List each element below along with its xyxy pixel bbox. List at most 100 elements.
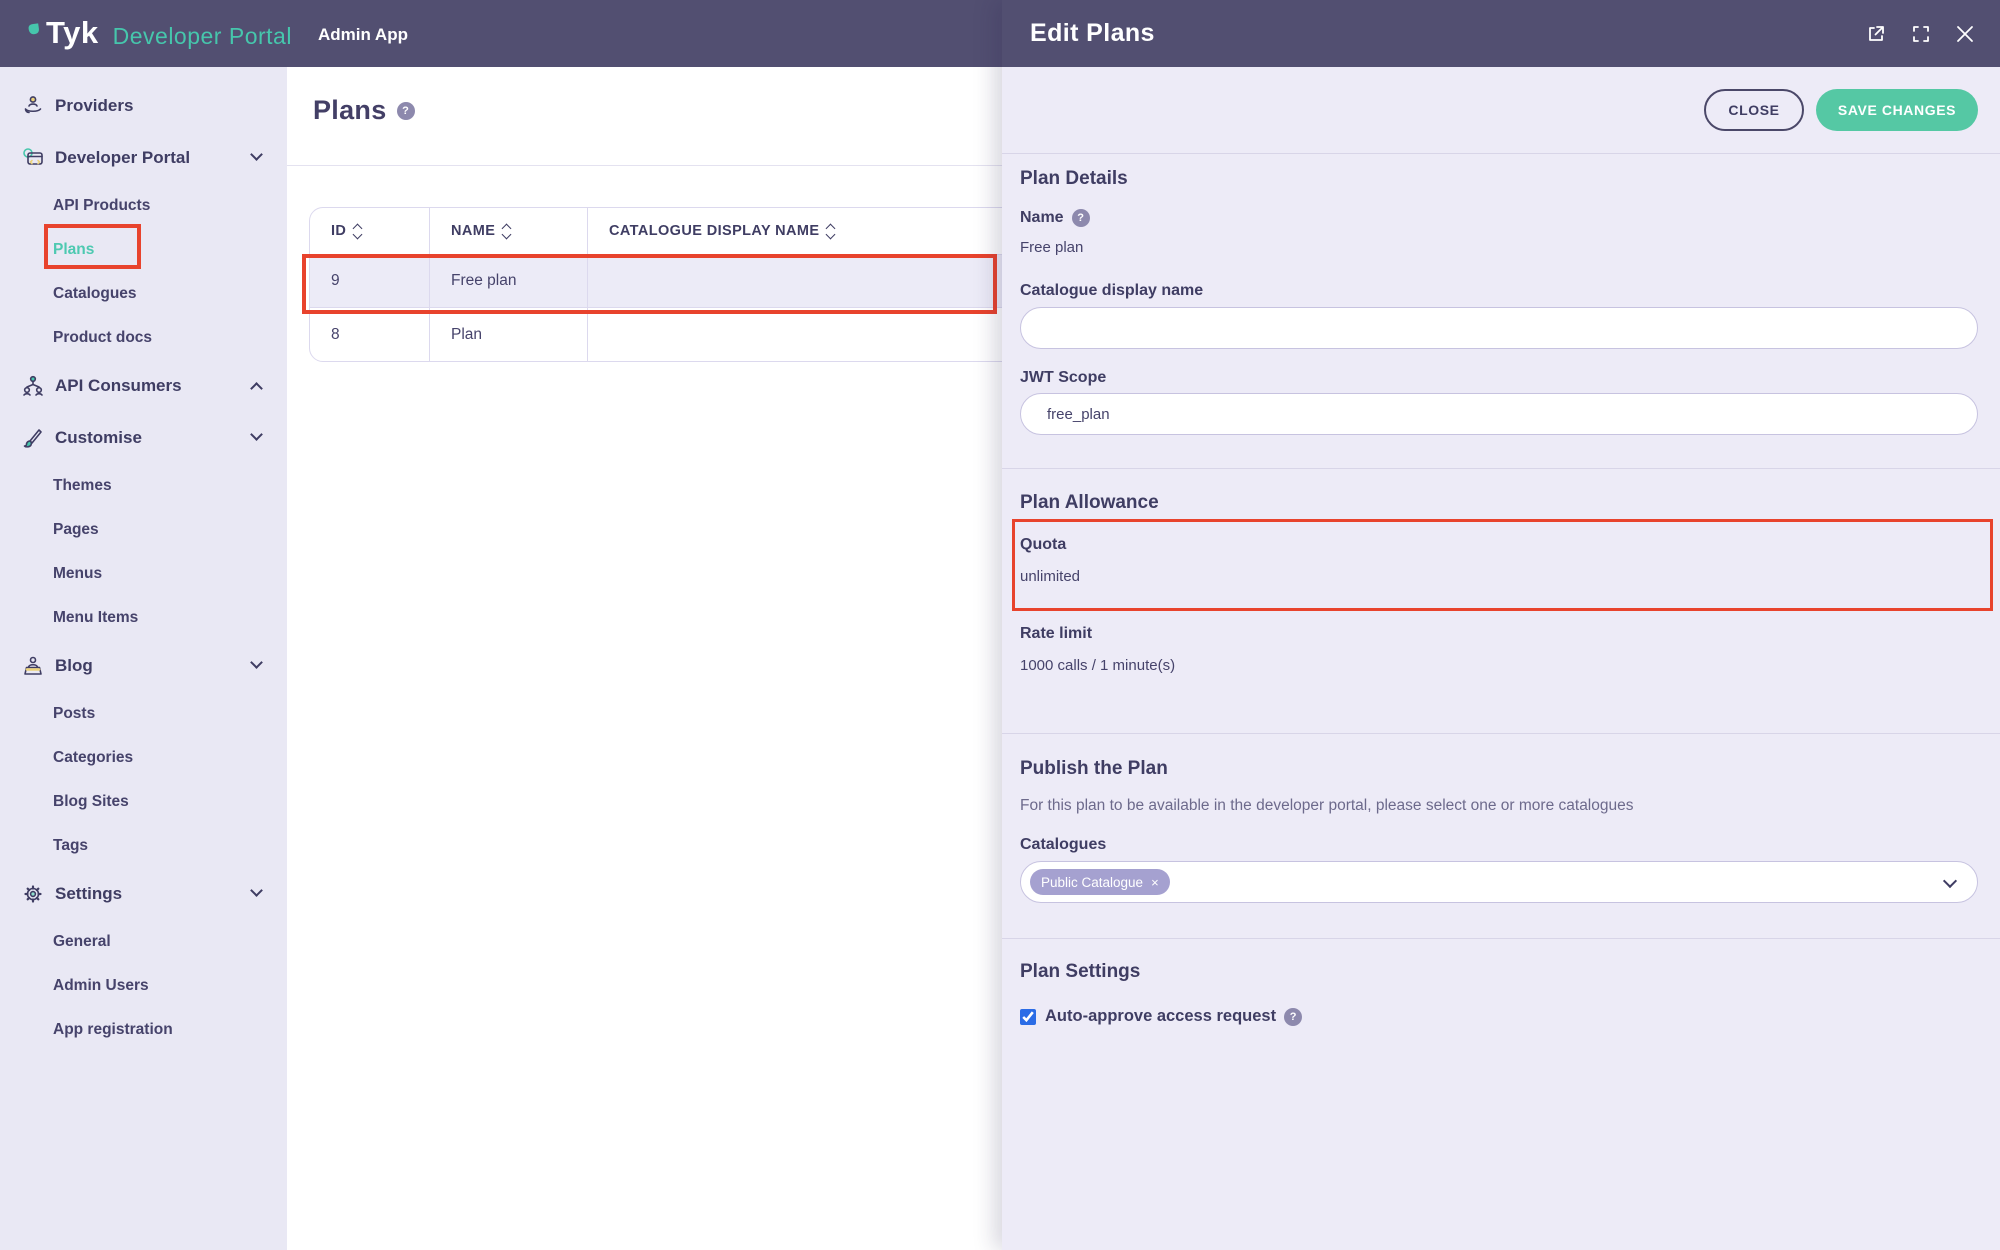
save-changes-button[interactable]: SAVE CHANGES bbox=[1816, 89, 1978, 131]
sidebar-nav: Providers Developer Portal API Products … bbox=[0, 67, 287, 1250]
logo-subtext: Developer Portal bbox=[112, 23, 292, 49]
column-header-name[interactable]: NAME bbox=[429, 208, 587, 254]
cell-name: Plan bbox=[429, 308, 587, 361]
sidebar-item-blog-sites[interactable]: Blog Sites bbox=[0, 780, 287, 824]
section-heading: Plan Allowance bbox=[1020, 492, 1159, 513]
fullscreen-icon[interactable] bbox=[1912, 25, 1930, 43]
chevron-down-icon bbox=[1942, 873, 1958, 889]
plan-settings-section: Plan Settings Auto-approve access reques… bbox=[1002, 938, 2000, 1250]
help-icon[interactable]: ? bbox=[396, 101, 415, 120]
sidebar-item-label: Themes bbox=[53, 477, 112, 494]
help-icon[interactable]: ? bbox=[1284, 1007, 1303, 1026]
app-window: Tyk Developer Portal Admin App Providers… bbox=[0, 0, 2000, 1250]
sidebar-item-label: API Products bbox=[53, 197, 151, 214]
sidebar-item-developer-portal[interactable]: Developer Portal bbox=[0, 132, 287, 184]
sidebar-item-menu-items[interactable]: Menu Items bbox=[0, 596, 287, 640]
logo-text: Tyk bbox=[46, 15, 99, 50]
open-in-new-tab-icon[interactable] bbox=[1866, 24, 1886, 44]
cell-name: Free plan bbox=[429, 255, 587, 307]
sort-icon bbox=[501, 223, 512, 239]
sidebar-item-api-products[interactable]: API Products bbox=[0, 184, 287, 228]
sidebar-item-label: Posts bbox=[53, 705, 96, 722]
chevron-up-icon bbox=[250, 382, 263, 395]
plan-allowance-section: Plan Allowance Quota unlimited Rate limi… bbox=[1002, 468, 2000, 733]
drawer-toolbar: CLOSE SAVE CHANGES bbox=[1002, 67, 2000, 154]
sidebar-item-product-docs[interactable]: Product docs bbox=[0, 316, 287, 360]
section-heading: Plan Details bbox=[1020, 168, 1128, 189]
sidebar-item-label: Plans bbox=[53, 241, 95, 258]
page-title: Plans bbox=[313, 95, 387, 125]
sidebar-item-label: Admin Users bbox=[53, 977, 149, 994]
admin-app-label: Admin App bbox=[317, 24, 408, 44]
developer-portal-icon bbox=[18, 145, 48, 171]
sidebar-item-themes[interactable]: Themes bbox=[0, 464, 287, 508]
blog-icon bbox=[18, 653, 48, 679]
sidebar-item-posts[interactable]: Posts bbox=[0, 692, 287, 736]
sidebar-item-label: Settings bbox=[55, 884, 123, 903]
sidebar-item-pages[interactable]: Pages bbox=[0, 508, 287, 552]
quota-label: Quota bbox=[1020, 536, 1067, 553]
remove-chip-icon[interactable]: × bbox=[1151, 875, 1159, 890]
sidebar-item-label: Menus bbox=[53, 565, 103, 582]
sidebar-item-general[interactable]: General bbox=[0, 920, 287, 964]
sidebar-item-settings[interactable]: Settings bbox=[0, 868, 287, 920]
publish-plan-section: Publish the Plan For this plan to be ava… bbox=[1002, 733, 2000, 938]
sidebar-item-label: General bbox=[53, 933, 111, 950]
sidebar-item-blog[interactable]: Blog bbox=[0, 640, 287, 692]
catalogue-display-name-input[interactable] bbox=[1020, 307, 1978, 349]
sidebar-item-customise[interactable]: Customise bbox=[0, 412, 287, 464]
sidebar-item-label: Developer Portal bbox=[55, 148, 191, 167]
column-header-id[interactable]: ID bbox=[310, 208, 429, 254]
sidebar-item-label: App registration bbox=[53, 1021, 173, 1038]
sidebar-item-catalogues[interactable]: Catalogues bbox=[0, 272, 287, 316]
publish-description: For this plan to be available in the dev… bbox=[1020, 797, 1634, 814]
rate-limit-label: Rate limit bbox=[1020, 625, 1093, 642]
edit-plans-drawer: Edit Plans CLOSE SAVE CHANGES Plan Detai… bbox=[1002, 0, 2000, 1250]
sidebar-item-app-registration[interactable]: App registration bbox=[0, 1008, 287, 1052]
api-consumers-icon bbox=[18, 373, 48, 399]
sidebar-item-providers[interactable]: Providers bbox=[0, 80, 287, 132]
sidebar-item-admin-users[interactable]: Admin Users bbox=[0, 964, 287, 1008]
close-icon[interactable] bbox=[1956, 25, 1974, 43]
quota-value: unlimited bbox=[1020, 568, 1081, 585]
sidebar-item-label: Categories bbox=[53, 749, 134, 766]
jwt-scope-label: JWT Scope bbox=[1020, 369, 1107, 386]
auto-approve-checkbox[interactable] bbox=[1020, 1008, 1036, 1025]
catalogues-select[interactable]: Public Catalogue × bbox=[1020, 861, 1978, 903]
sidebar-item-label: Tags bbox=[53, 837, 89, 854]
tyk-logo[interactable]: Tyk Developer Portal bbox=[28, 17, 292, 50]
rate-limit-value: 1000 calls / 1 minute(s) bbox=[1020, 657, 1176, 674]
sidebar-item-label: Blog bbox=[55, 656, 93, 675]
chip-label: Public Catalogue bbox=[1041, 874, 1144, 890]
tyk-leaf-icon bbox=[28, 23, 42, 42]
chevron-down-icon bbox=[250, 428, 263, 441]
sidebar-item-label: Product docs bbox=[53, 329, 153, 346]
customise-icon bbox=[18, 425, 48, 451]
help-icon[interactable]: ? bbox=[1071, 209, 1090, 227]
gear-icon bbox=[18, 881, 48, 907]
section-heading: Plan Settings bbox=[1020, 961, 1141, 982]
catalogues-label: Catalogues bbox=[1020, 836, 1107, 853]
providers-icon bbox=[18, 94, 48, 118]
cell-id: 9 bbox=[331, 272, 340, 289]
sidebar-item-plans[interactable]: Plans bbox=[0, 228, 287, 272]
sidebar-item-tags[interactable]: Tags bbox=[0, 824, 287, 868]
sidebar-item-label: API Consumers bbox=[55, 376, 182, 395]
chevron-down-icon bbox=[250, 656, 263, 669]
sidebar-item-menus[interactable]: Menus bbox=[0, 552, 287, 596]
sidebar-item-label: Customise bbox=[55, 428, 142, 447]
drawer-title: Edit Plans bbox=[1030, 19, 1155, 47]
sidebar-item-label: Menu Items bbox=[53, 609, 139, 626]
sidebar-item-api-consumers[interactable]: API Consumers bbox=[0, 360, 287, 412]
auto-approve-label: Auto-approve access request bbox=[1045, 1007, 1277, 1025]
catalogue-chip: Public Catalogue × bbox=[1030, 869, 1170, 895]
name-value: Free plan bbox=[1020, 239, 1084, 256]
jwt-scope-input[interactable] bbox=[1020, 393, 1978, 435]
drawer-header: Edit Plans bbox=[1002, 0, 2000, 67]
section-heading: Publish the Plan bbox=[1020, 758, 1168, 779]
chevron-down-icon bbox=[250, 884, 263, 897]
close-button[interactable]: CLOSE bbox=[1704, 89, 1804, 131]
sort-icon bbox=[352, 223, 363, 239]
plan-details-section: Plan Details Name ? Free plan Catalogue … bbox=[1002, 154, 2000, 611]
sidebar-item-categories[interactable]: Categories bbox=[0, 736, 287, 780]
